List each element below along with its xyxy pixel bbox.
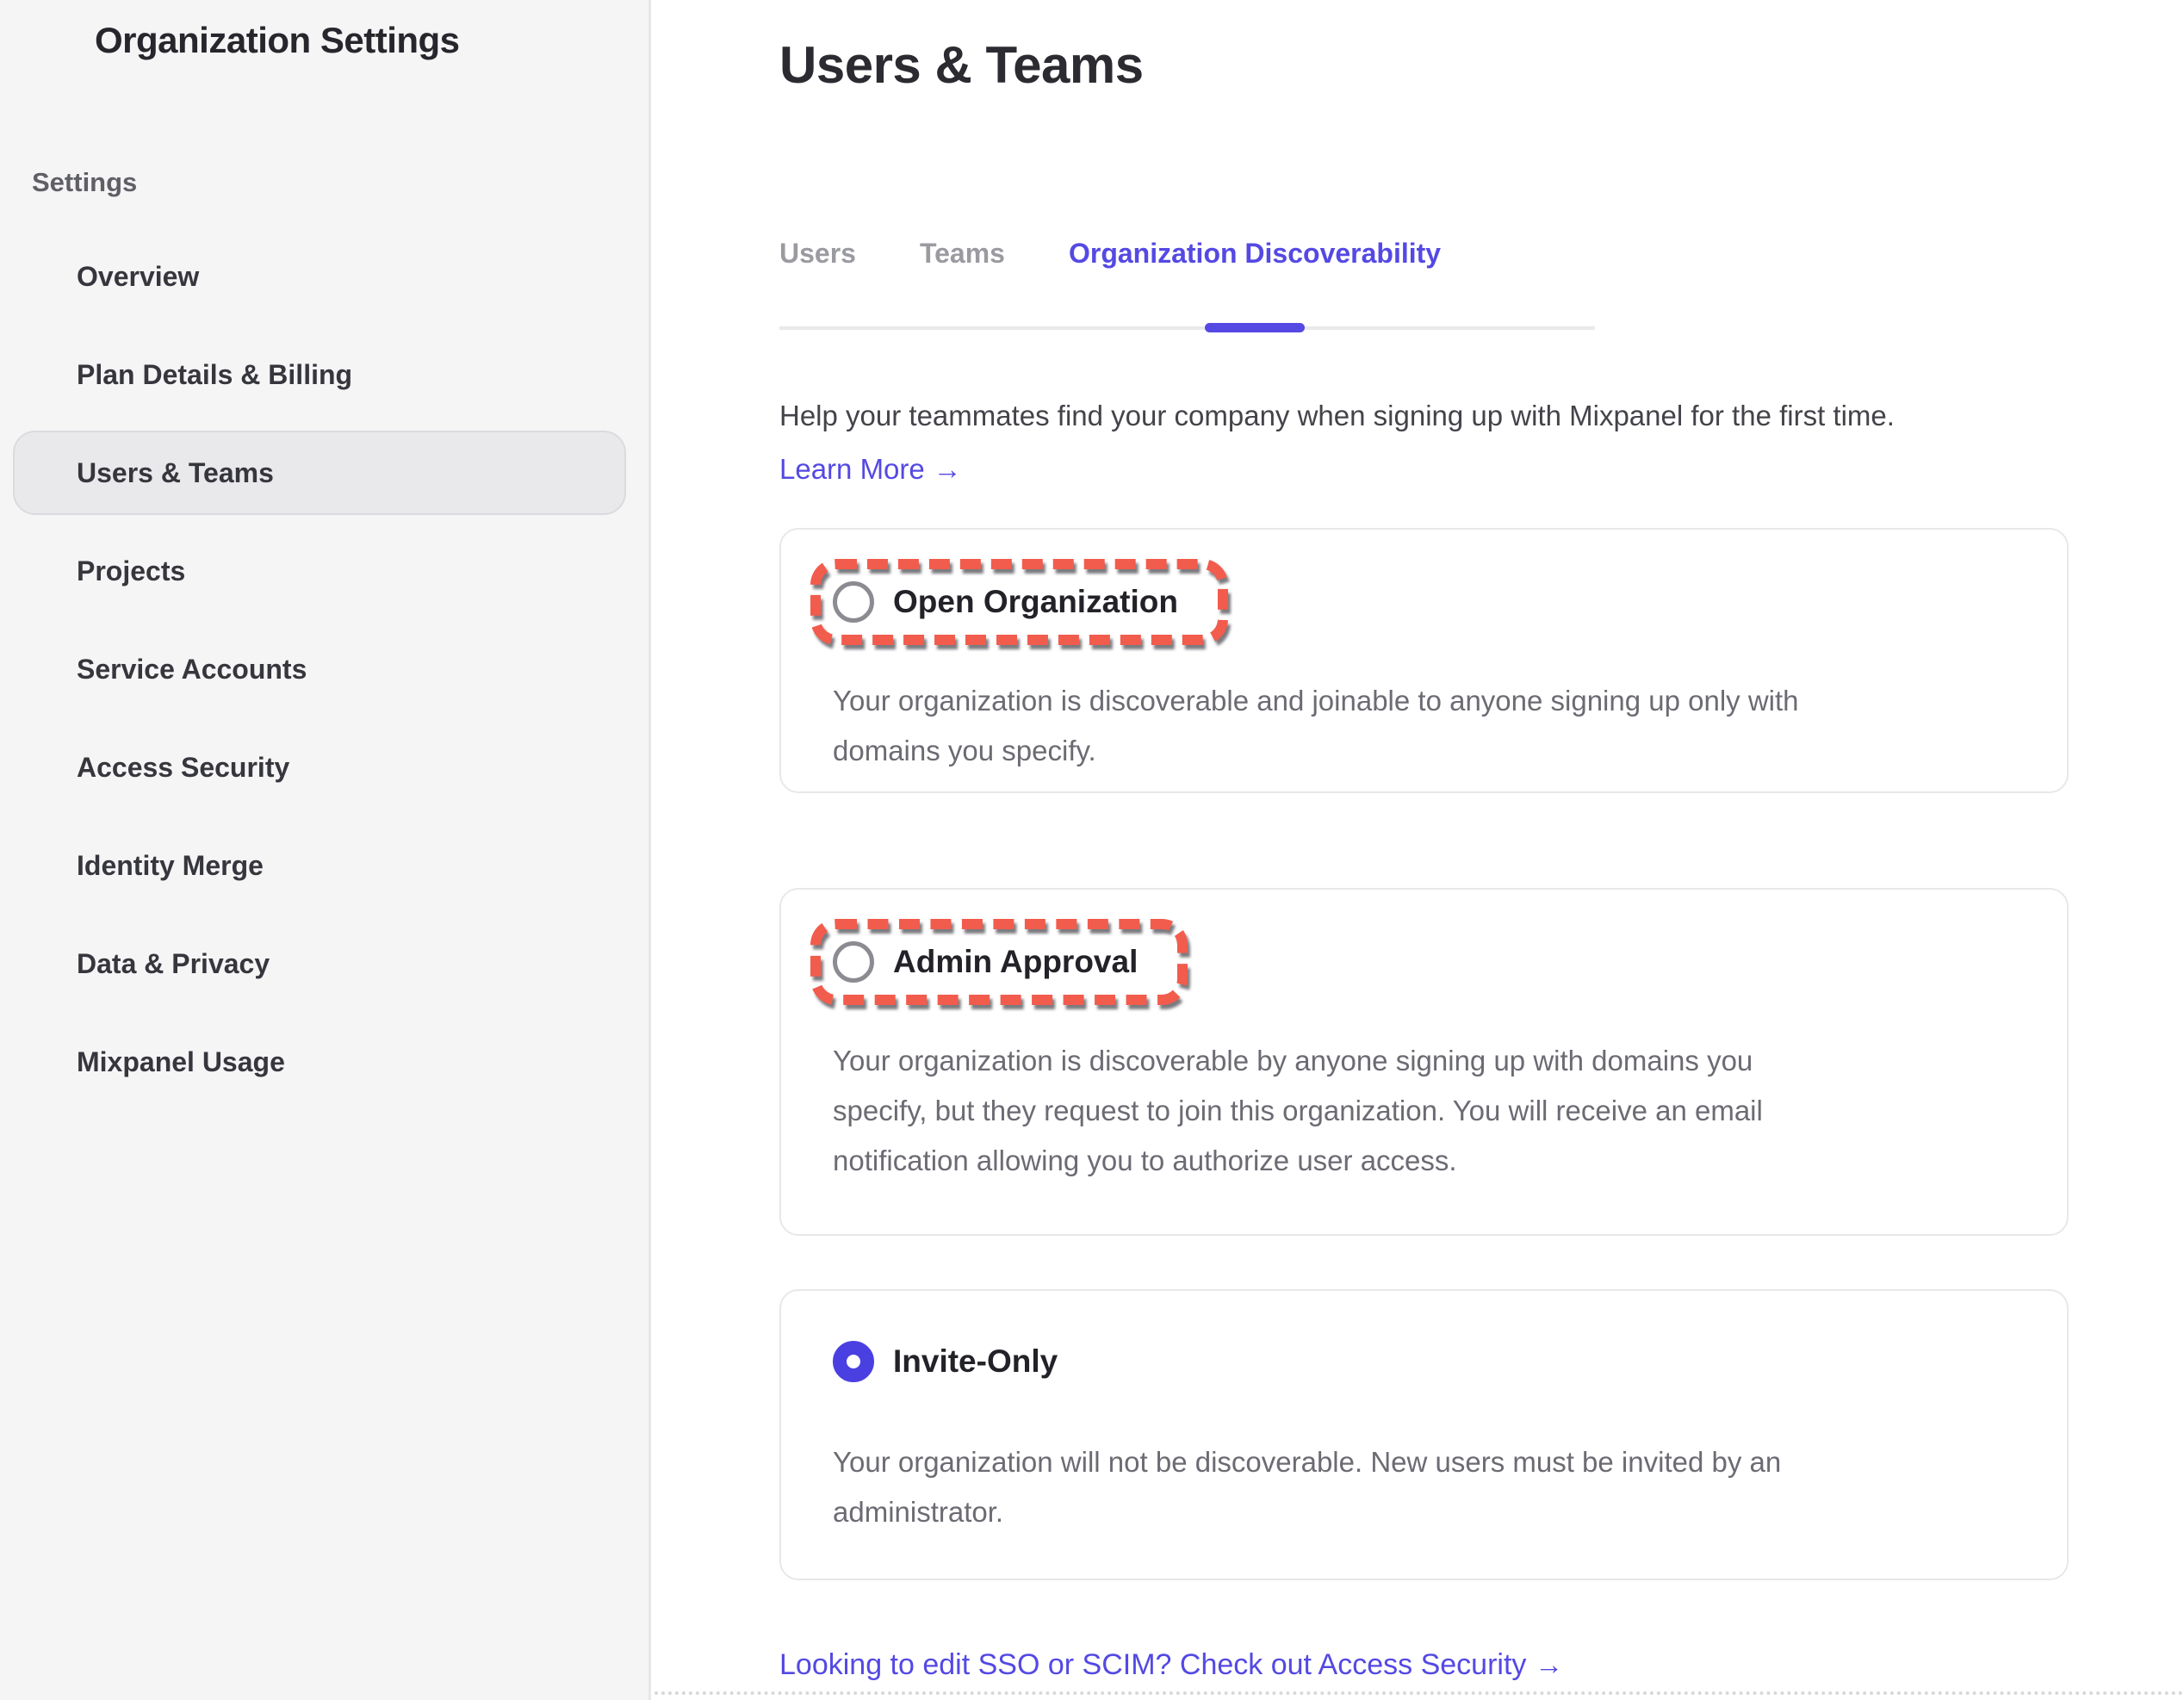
option-label: Admin Approval	[893, 944, 1138, 980]
radio-option-open-organization[interactable]: Open Organization	[833, 581, 1178, 623]
sidebar-item-label: Overview	[13, 259, 199, 294]
sidebar-item-projects[interactable]: Projects	[13, 522, 626, 620]
sidebar-item-service-accounts[interactable]: Service Accounts	[13, 620, 626, 718]
tab-bar: Users Teams Organization Discoverability	[779, 237, 1595, 330]
tab-label: Teams	[920, 238, 1005, 269]
tab-organization-discoverability[interactable]: Organization Discoverability	[1069, 237, 1441, 326]
sidebar-section-label: Settings	[32, 165, 648, 200]
option-card-open-organization: Open Organization Your organization is d…	[779, 528, 2069, 793]
sidebar-item-users-teams[interactable]: Users & Teams	[13, 424, 626, 522]
open-organization-radio[interactable]	[833, 581, 874, 623]
sidebar-item-label: Data & Privacy	[13, 946, 270, 981]
sidebar-item-overview[interactable]: Overview	[13, 227, 626, 326]
sidebar-item-label: Access Security	[13, 750, 289, 785]
sidebar-item-mixpanel-usage[interactable]: Mixpanel Usage	[13, 1013, 626, 1111]
sidebar: Organization Settings Settings Overview …	[0, 0, 651, 1700]
annotation-wrap: Open Organization	[810, 559, 1228, 645]
learn-more-link[interactable]: Learn More →	[779, 450, 962, 488]
tab-teams[interactable]: Teams	[920, 237, 1005, 326]
option-label: Open Organization	[893, 584, 1178, 620]
admin-approval-radio[interactable]	[833, 941, 874, 983]
option-description: Your organization is discoverable and jo…	[833, 676, 2032, 776]
app-window: Organization Settings Settings Overview …	[0, 0, 2184, 1700]
sidebar-item-label: Identity Merge	[13, 848, 264, 883]
page-title: Users & Teams	[779, 34, 2069, 96]
sidebar-item-identity-merge[interactable]: Identity Merge	[13, 816, 626, 915]
sidebar-item-data-privacy[interactable]: Data & Privacy	[13, 915, 626, 1013]
learn-more-label: Learn More	[779, 450, 925, 488]
annotation-wrap: Admin Approval	[810, 919, 1188, 1005]
description-line: Your organization is discoverable and jo…	[833, 676, 2032, 726]
access-security-link[interactable]: Looking to edit SSO or SCIM? Check out A…	[779, 1646, 1563, 1684]
option-card-invite-only: Invite-Only Your organization will not b…	[779, 1289, 2069, 1580]
main-content: Users & Teams Users Teams Organization D…	[651, 0, 2184, 1700]
sidebar-item-plan-details-billing[interactable]: Plan Details & Billing	[13, 326, 626, 424]
discoverability-options: Open Organization Your organization is d…	[779, 528, 2069, 1580]
sidebar-title: Organization Settings	[95, 19, 648, 62]
sidebar-item-label: Service Accounts	[13, 652, 307, 686]
cut-off-divider	[655, 1691, 2184, 1695]
radio-option-invite-only[interactable]: Invite-Only	[833, 1341, 2032, 1382]
invite-only-radio-selected[interactable]	[833, 1341, 874, 1382]
sidebar-nav: Overview Plan Details & Billing Users & …	[0, 227, 648, 1111]
arrow-right-icon: →	[934, 450, 962, 488]
description-line: domains you specify.	[833, 726, 2032, 776]
tab-label: Organization Discoverability	[1069, 238, 1441, 269]
sidebar-item-label: Projects	[13, 554, 185, 588]
footer-link-label: Looking to edit SSO or SCIM? Check out A…	[779, 1646, 1526, 1684]
tab-label: Users	[779, 238, 856, 269]
arrow-right-icon: →	[1535, 1646, 1563, 1684]
description-line: notification allowing you to authorize u…	[833, 1136, 2032, 1186]
radio-option-admin-approval[interactable]: Admin Approval	[833, 941, 1138, 983]
option-description: Your organization is discoverable by any…	[833, 1036, 2032, 1186]
description-line: administrator.	[833, 1487, 2032, 1537]
intro-text: Help your teammates find your company wh…	[779, 397, 2069, 435]
option-description: Your organization will not be discoverab…	[833, 1437, 2032, 1537]
sidebar-item-label: Users & Teams	[13, 456, 274, 490]
sidebar-item-label: Mixpanel Usage	[13, 1045, 285, 1079]
description-line: specify, but they request to join this o…	[833, 1086, 2032, 1136]
description-line: Your organization will not be discoverab…	[833, 1437, 2032, 1487]
description-line: Your organization is discoverable by any…	[833, 1036, 2032, 1086]
option-card-admin-approval: Admin Approval Your organization is disc…	[779, 888, 2069, 1236]
sidebar-item-access-security[interactable]: Access Security	[13, 718, 626, 816]
sidebar-item-label: Plan Details & Billing	[13, 357, 352, 392]
option-label: Invite-Only	[893, 1343, 1058, 1380]
active-tab-indicator	[1205, 323, 1305, 332]
tab-users[interactable]: Users	[779, 237, 856, 326]
